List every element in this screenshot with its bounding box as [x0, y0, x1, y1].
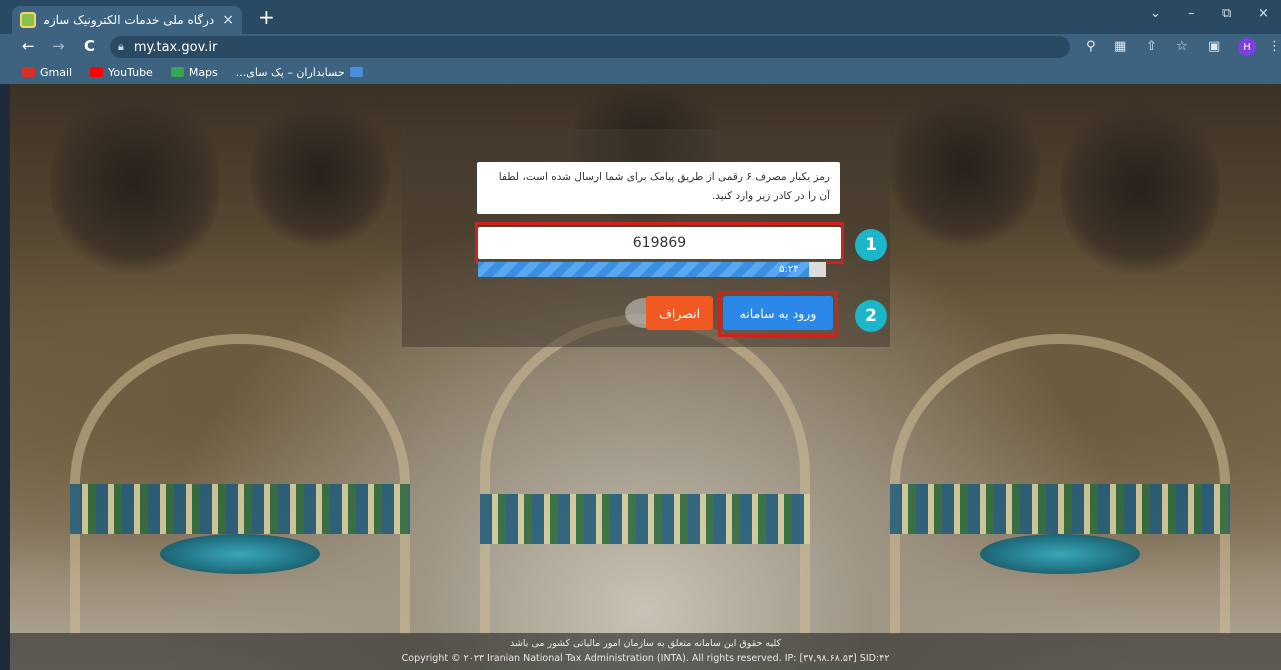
bookmark-star-icon[interactable]: ☆ — [1176, 39, 1188, 54]
key-icon[interactable]: ⚲ — [1086, 39, 1096, 54]
close-tab-icon[interactable]: × — [222, 12, 234, 28]
background-pool — [160, 534, 320, 574]
site-icon — [349, 67, 363, 77]
otp-timer-bar: ۵:۲۴ — [478, 262, 826, 277]
url-text: my.tax.gov.ir — [133, 39, 218, 55]
browser-tab[interactable]: درگاه ملی خدمات الکترونیک سازمان × — [12, 6, 242, 34]
otp-input[interactable] — [478, 227, 841, 259]
bookmark-label: Gmail — [40, 65, 73, 79]
background-tiles — [890, 484, 1230, 534]
restore-button[interactable]: ⧉ — [1222, 6, 1231, 21]
background-pool — [980, 534, 1140, 574]
background-ornament — [890, 84, 1040, 254]
bookmark-label: Maps — [188, 65, 218, 79]
lock-icon: 🔒︎ — [118, 40, 124, 53]
footer-copyright: Copyright © ۲۰۲۳ Iranian National Tax Ad… — [401, 653, 890, 664]
cancel-button[interactable]: انصراف — [646, 296, 713, 330]
tab-search-icon[interactable]: ⌄ — [1150, 6, 1161, 21]
step-badge-1: 1 — [855, 229, 887, 261]
background-tiles — [480, 494, 810, 544]
translate-icon[interactable]: ▦ — [1114, 39, 1126, 54]
background-ornament — [50, 84, 220, 284]
menu-icon[interactable]: ⋮ — [1268, 39, 1281, 54]
side-panel-icon[interactable]: ▣ — [1208, 39, 1220, 54]
bookmark-label: حسابداران – یک سای... — [235, 65, 345, 79]
page-footer: کلیه حقوق این سامانه متعلق به سازمان امو… — [10, 633, 1281, 670]
profile-avatar[interactable]: H — [1238, 38, 1256, 56]
bookmark-youtube[interactable]: YouTube — [90, 66, 153, 79]
bookmark-maps[interactable]: Maps — [170, 65, 218, 79]
share-icon[interactable]: ⇧ — [1146, 39, 1157, 54]
gmail-icon — [22, 67, 35, 77]
otp-timer-fill: ۵:۲۴ — [478, 262, 809, 277]
background-ornament — [250, 94, 390, 254]
new-tab-button[interactable]: + — [258, 6, 275, 28]
maps-icon — [170, 67, 184, 77]
bookmarks-bar: Gmail YouTube Maps حسابداران – یک سای... — [0, 60, 1281, 84]
step-badge-2: 2 — [855, 300, 887, 332]
bookmark-label: YouTube — [108, 65, 153, 79]
page-viewport: رمز یکبار مصرف ۶ رقمی از طریق پیامک برای… — [10, 84, 1281, 670]
footer-rights: کلیه حقوق این سامانه متعلق به سازمان امو… — [509, 638, 782, 649]
background-arch — [480, 314, 810, 634]
bookmark-gmail[interactable]: Gmail — [22, 66, 72, 79]
back-button[interactable]: ← — [22, 37, 35, 55]
site-favicon-icon — [20, 12, 36, 28]
forward-button[interactable]: → — [52, 37, 65, 55]
address-bar[interactable]: 🔒︎ my.tax.gov.ir — [110, 36, 1070, 58]
address-toolbar: ← → C 🔒︎ my.tax.gov.ir ⚲ ▦ ⇧ ☆ ▣ H ⋮ — [0, 34, 1281, 60]
background-ornament — [1060, 94, 1220, 284]
close-window-button[interactable]: × — [1258, 6, 1269, 21]
minimize-button[interactable]: – — [1188, 6, 1195, 21]
tab-bar: درگاه ملی خدمات الکترونیک سازمان × + ⌄ –… — [0, 0, 1281, 34]
background-tiles — [70, 484, 410, 534]
tab-title: درگاه ملی خدمات الکترونیک سازمان — [44, 13, 215, 27]
login-button[interactable]: ورود به سامانه — [723, 296, 833, 330]
youtube-icon — [90, 67, 104, 77]
bookmark-accountants[interactable]: حسابداران – یک سای... — [236, 66, 363, 79]
otp-instructions: رمز یکبار مصرف ۶ رقمی از طریق پیامک برای… — [477, 162, 840, 214]
reload-button[interactable]: C — [84, 37, 95, 55]
